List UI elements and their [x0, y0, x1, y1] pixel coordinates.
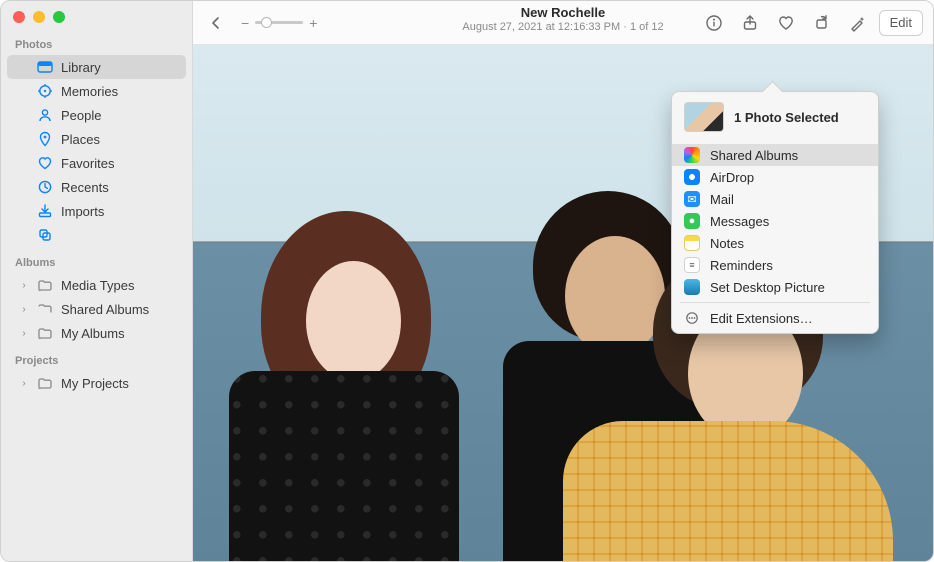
- sidebar-item-shared-albums[interactable]: › Shared Albums: [7, 297, 186, 321]
- edit-button[interactable]: Edit: [879, 10, 923, 36]
- share-option-reminders[interactable]: ≡ Reminders: [672, 254, 878, 276]
- sidebar-item-label: My Projects: [61, 376, 176, 391]
- sidebar-item-duplicates[interactable]: [7, 223, 186, 247]
- main-row: Photos Library Memories Pe: [1, 1, 933, 561]
- sidebar-section-photos: Photos: [1, 29, 192, 55]
- info-button[interactable]: [699, 10, 729, 36]
- share-summary: 1 Photo Selected: [734, 110, 839, 125]
- memories-icon: [37, 83, 53, 99]
- library-icon: [37, 59, 53, 75]
- share-option-notes[interactable]: Notes: [672, 232, 878, 254]
- share-option-set-desktop[interactable]: Set Desktop Picture: [672, 276, 878, 298]
- share-option-label: Mail: [710, 192, 734, 207]
- zoom-in-button[interactable]: +: [309, 15, 317, 31]
- share-option-label: Reminders: [710, 258, 773, 273]
- chevron-right-icon[interactable]: ›: [19, 280, 29, 291]
- sidebar-section-albums: Albums: [1, 247, 192, 273]
- share-option-label: Shared Albums: [710, 148, 798, 163]
- back-button[interactable]: [201, 10, 231, 36]
- close-window-button[interactable]: [13, 11, 25, 23]
- share-option-mail[interactable]: ✉ Mail: [672, 188, 878, 210]
- chevron-right-icon[interactable]: ›: [19, 328, 29, 339]
- places-icon: [37, 131, 53, 147]
- rotate-button[interactable]: [807, 10, 837, 36]
- messages-icon: ●: [684, 213, 700, 229]
- folder-icon: [37, 375, 53, 391]
- notes-icon: [684, 235, 700, 251]
- divider: [680, 302, 870, 303]
- share-button[interactable]: [735, 10, 765, 36]
- share-popover-header: 1 Photo Selected: [672, 92, 878, 142]
- folder-icon: [37, 325, 53, 341]
- zoom-slider-knob[interactable]: [261, 17, 272, 28]
- sidebar-item-media-types[interactable]: › Media Types: [7, 273, 186, 297]
- zoom-control: − +: [241, 15, 317, 31]
- share-option-label: Set Desktop Picture: [710, 280, 825, 295]
- mail-icon: ✉: [684, 191, 700, 207]
- sidebar-item-label: Shared Albums: [61, 302, 176, 317]
- airdrop-icon: [684, 169, 700, 185]
- share-option-airdrop[interactable]: AirDrop: [672, 166, 878, 188]
- share-option-edit-extensions[interactable]: Edit Extensions…: [672, 307, 878, 329]
- sidebar-item-label: Memories: [61, 84, 176, 99]
- favorites-icon: [37, 155, 53, 171]
- share-option-shared-albums[interactable]: Shared Albums: [672, 144, 878, 166]
- share-option-label: AirDrop: [710, 170, 754, 185]
- chevron-right-icon[interactable]: ›: [19, 304, 29, 315]
- chevron-right-icon[interactable]: ›: [19, 378, 29, 389]
- sidebar-item-my-albums[interactable]: › My Albums: [7, 321, 186, 345]
- zoom-out-button[interactable]: −: [241, 15, 249, 31]
- content-area: − + New Rochelle August 27, 2021 at 12:1…: [193, 1, 933, 561]
- share-popover: 1 Photo Selected Shared Albums AirDrop ✉: [671, 91, 879, 334]
- people-icon: [37, 107, 53, 123]
- sidebar-item-label: Library: [61, 60, 176, 75]
- folder-icon: [37, 277, 53, 293]
- imports-icon: [37, 203, 53, 219]
- sidebar-item-places[interactable]: Places: [7, 127, 186, 151]
- sidebar-item-label: Imports: [61, 204, 176, 219]
- sidebar-item-library[interactable]: Library: [7, 55, 186, 79]
- sidebar-item-imports[interactable]: Imports: [7, 199, 186, 223]
- sidebar-item-label: Media Types: [61, 278, 176, 293]
- auto-enhance-button[interactable]: [843, 10, 873, 36]
- share-option-messages[interactable]: ● Messages: [672, 210, 878, 232]
- sidebar-item-label: People: [61, 108, 176, 123]
- share-thumbnail: [684, 102, 724, 132]
- favorite-button[interactable]: [771, 10, 801, 36]
- sidebar-item-people[interactable]: People: [7, 103, 186, 127]
- recents-icon: [37, 179, 53, 195]
- zoom-window-button[interactable]: [53, 11, 65, 23]
- sidebar-item-label: Recents: [61, 180, 176, 195]
- desktop-icon: [684, 279, 700, 295]
- reminders-icon: ≡: [684, 257, 700, 273]
- folder-icon: [37, 301, 53, 317]
- photos-app-window: Photos Library Memories Pe: [0, 0, 934, 562]
- toolbar: − + New Rochelle August 27, 2021 at 12:1…: [193, 1, 933, 45]
- share-option-label: Notes: [710, 236, 744, 251]
- sidebar: Photos Library Memories Pe: [1, 1, 193, 561]
- window-controls: [1, 1, 192, 29]
- minimize-window-button[interactable]: [33, 11, 45, 23]
- sidebar-item-favorites[interactable]: Favorites: [7, 151, 186, 175]
- sidebar-item-label: Favorites: [61, 156, 176, 171]
- share-options-list: Shared Albums AirDrop ✉ Mail ● Messag: [672, 142, 878, 333]
- sidebar-section-projects: Projects: [1, 345, 192, 371]
- shared-albums-icon: [684, 147, 700, 163]
- sidebar-item-recents[interactable]: Recents: [7, 175, 186, 199]
- share-option-label: Edit Extensions…: [710, 311, 813, 326]
- photo-viewport[interactable]: 1 Photo Selected Shared Albums AirDrop ✉: [193, 45, 933, 561]
- sidebar-item-memories[interactable]: Memories: [7, 79, 186, 103]
- sidebar-item-label: Places: [61, 132, 176, 147]
- share-option-label: Messages: [710, 214, 769, 229]
- duplicates-icon: [37, 227, 53, 243]
- zoom-slider[interactable]: [255, 21, 303, 24]
- sidebar-item-label: My Albums: [61, 326, 176, 341]
- extensions-icon: [684, 310, 700, 326]
- sidebar-item-my-projects[interactable]: › My Projects: [7, 371, 186, 395]
